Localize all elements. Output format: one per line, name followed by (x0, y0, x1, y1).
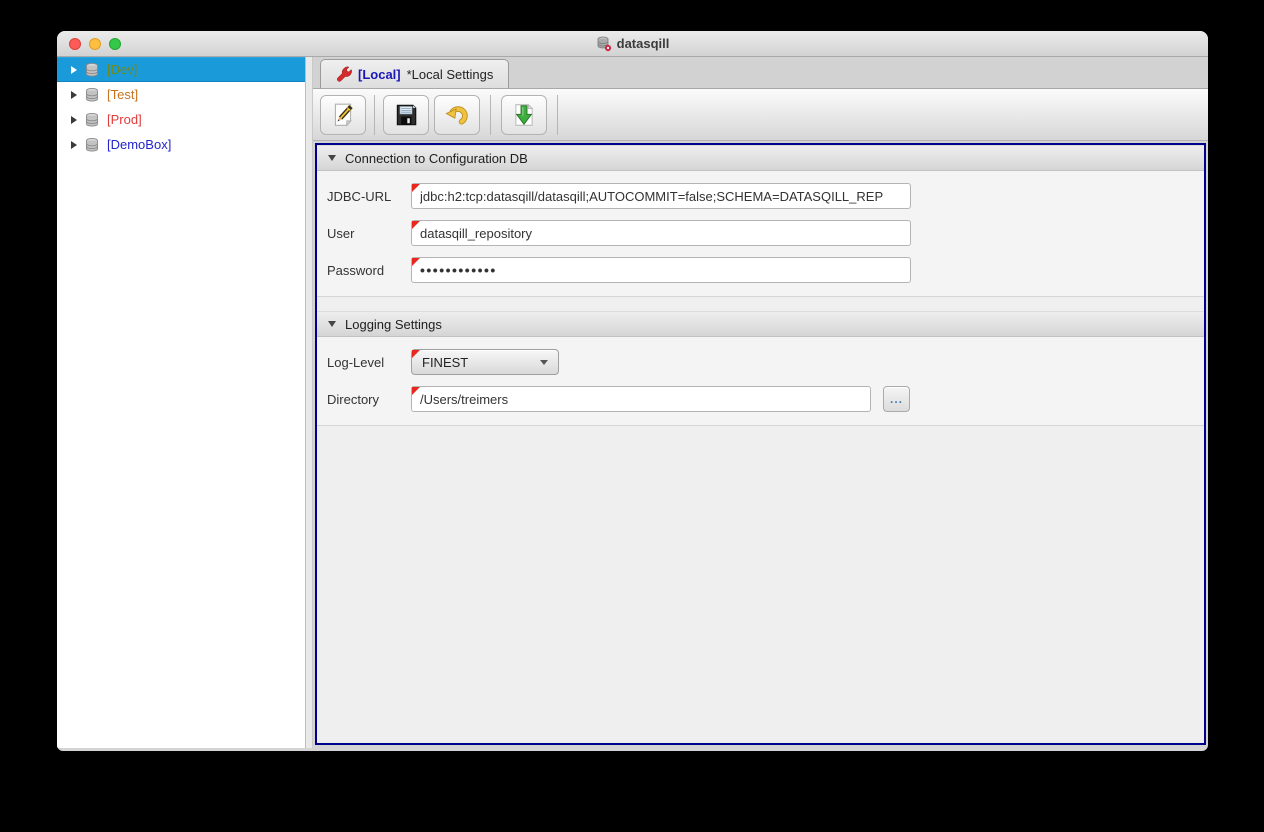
database-icon (86, 112, 98, 127)
chevron-down-icon[interactable] (328, 155, 336, 161)
modified-marker (412, 184, 420, 192)
directory-input[interactable] (411, 386, 871, 412)
modified-marker (412, 350, 420, 358)
tree-item-label: [Test] (107, 87, 139, 102)
tab-env-label: [Local] (358, 66, 401, 82)
tree-item-dev[interactable]: [Dev] (57, 57, 305, 82)
log-level-value: FINEST (422, 354, 469, 370)
tree-item-prod[interactable]: [Prod] (57, 107, 305, 132)
section-header-logging[interactable]: Logging Settings (317, 311, 1204, 337)
user-input[interactable] (411, 220, 911, 246)
zoom-button[interactable] (109, 38, 121, 50)
toolbar (313, 89, 1208, 141)
tree-item-label: [Dev] (107, 62, 138, 77)
tree-item-label: [Prod] (107, 112, 142, 127)
log-level-label: Log-Level (327, 354, 385, 370)
jdbc-url-label: JDBC-URL (327, 188, 392, 204)
chevron-down-icon[interactable] (328, 321, 336, 327)
traffic-lights (69, 38, 121, 50)
app-database-gear-icon (596, 36, 612, 52)
chevron-right-icon[interactable] (71, 90, 77, 99)
wrench-icon (337, 66, 352, 82)
password-input[interactable] (411, 257, 911, 283)
window-title: datasqill (616, 36, 670, 51)
section-title: Connection to Configuration DB (345, 150, 528, 166)
tab-title-label: *Local Settings (406, 66, 494, 82)
database-icon (86, 87, 98, 102)
tab-local-settings[interactable]: [Local] *Local Settings (320, 59, 510, 88)
modified-marker (412, 387, 420, 395)
chevron-down-icon (540, 359, 548, 365)
section-title: Logging Settings (345, 316, 442, 332)
settings-panel: Connection to Configuration DB JDBC-URL … (315, 143, 1206, 745)
save-button[interactable] (383, 95, 429, 135)
chevron-right-icon[interactable] (71, 140, 77, 149)
split-pane-divider[interactable] (305, 57, 313, 748)
title-bar: datasqill (57, 31, 1208, 57)
tree-item-test[interactable]: [Test] (57, 82, 305, 107)
close-button[interactable] (69, 38, 81, 50)
tree-item-label: [DemoBox] (107, 137, 172, 152)
section-body-connection: JDBC-URL User Passwo (317, 171, 1204, 297)
modified-marker (412, 258, 420, 266)
undo-button[interactable] (434, 95, 480, 135)
toolbar-separator (374, 95, 375, 135)
tree-item-demobox[interactable]: [DemoBox] (57, 132, 305, 157)
directory-label: Directory (327, 391, 380, 407)
toolbar-separator (557, 95, 558, 135)
save-floppy-icon (396, 104, 417, 126)
app-window: datasqill [Dev] [Test] [Prod] [DemoBox] … (57, 31, 1208, 751)
download-arrow-icon (515, 103, 534, 126)
minimize-button[interactable] (89, 38, 101, 50)
section-header-connection[interactable]: Connection to Configuration DB (317, 145, 1204, 171)
database-icon (86, 137, 98, 152)
password-label: Password (327, 262, 385, 278)
environment-tree: [Dev] [Test] [Prod] [DemoBox] (57, 57, 305, 748)
toolbar-separator (490, 95, 491, 135)
section-body-logging: Log-Level FINEST Directory /Users/treime… (317, 337, 1204, 426)
browse-directory-button[interactable]: ... (883, 386, 910, 412)
modified-marker (412, 221, 420, 229)
database-icon (86, 62, 98, 77)
log-level-dropdown[interactable]: FINEST (411, 349, 559, 375)
edit-button[interactable] (320, 95, 366, 135)
tab-bar: [Local] *Local Settings (313, 57, 1208, 89)
chevron-right-icon[interactable] (71, 115, 77, 124)
undo-arrow-icon (445, 106, 468, 125)
user-label: User (327, 225, 355, 241)
download-button[interactable] (501, 95, 547, 135)
pencil-edit-icon (334, 103, 353, 127)
chevron-right-icon[interactable] (71, 65, 77, 74)
jdbc-url-input[interactable] (411, 183, 911, 209)
